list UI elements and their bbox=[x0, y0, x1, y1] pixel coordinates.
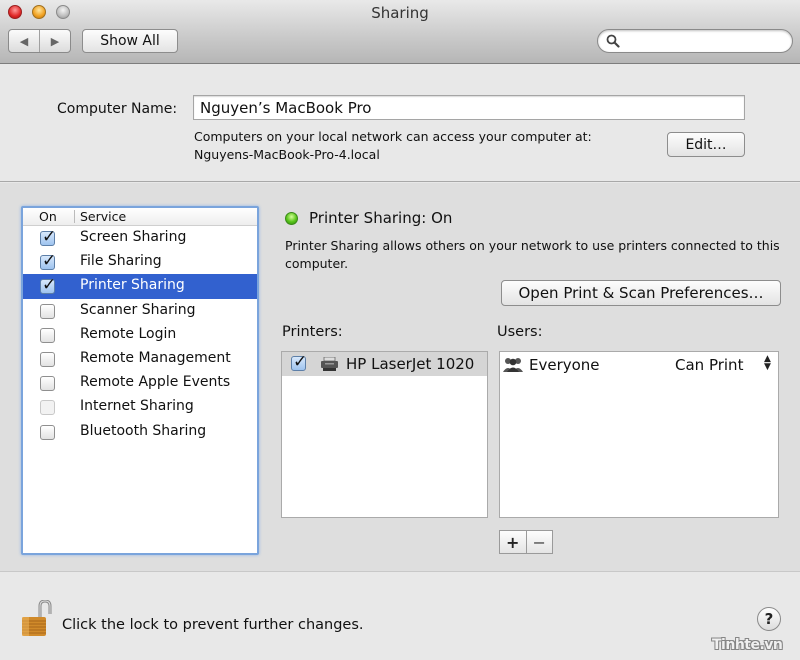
service-row[interactable]: Remote Apple Events bbox=[23, 371, 257, 395]
service-label: Bluetooth Sharing bbox=[80, 422, 207, 439]
network-info-text: Computers on your local network can acce… bbox=[194, 129, 592, 144]
window-title: Sharing bbox=[371, 4, 429, 22]
service-label: File Sharing bbox=[80, 253, 162, 270]
column-divider bbox=[74, 210, 75, 223]
service-label: Remote Login bbox=[80, 325, 177, 342]
remove-user-button[interactable]: − bbox=[527, 531, 553, 553]
open-print-scan-preferences-button[interactable]: Open Print & Scan Preferences… bbox=[501, 280, 781, 306]
printer-icon bbox=[321, 357, 338, 371]
checkmark-icon: ✓ bbox=[42, 251, 57, 272]
service-status-title: Printer Sharing: On bbox=[309, 209, 453, 227]
service-label: Printer Sharing bbox=[80, 277, 185, 294]
add-remove-user-control: + − bbox=[499, 530, 553, 554]
search-input[interactable] bbox=[597, 29, 793, 53]
service-row[interactable]: ✓ File Sharing bbox=[23, 250, 257, 274]
service-row[interactable]: ✓ Screen Sharing bbox=[23, 226, 257, 250]
watermark-logo: Tinhte.vn bbox=[712, 637, 783, 653]
back-button[interactable]: ◀ bbox=[9, 30, 40, 52]
service-row[interactable]: Bluetooth Sharing bbox=[23, 420, 257, 444]
service-row[interactable]: Scanner Sharing bbox=[23, 299, 257, 323]
computer-name-label: Computer Name: bbox=[57, 101, 178, 117]
add-user-button[interactable]: + bbox=[500, 531, 527, 553]
service-toggle-checkbox[interactable]: ✓ bbox=[40, 275, 56, 295]
column-header-service[interactable]: Service bbox=[80, 209, 126, 224]
edit-hostname-button[interactable]: Edit… bbox=[667, 132, 745, 157]
service-row[interactable]: Internet Sharing bbox=[23, 395, 257, 419]
group-users-icon bbox=[503, 358, 523, 372]
forward-button[interactable]: ▶ bbox=[40, 30, 70, 52]
service-toggle-checkbox[interactable]: ✓ bbox=[40, 251, 56, 271]
status-indicator-icon bbox=[285, 212, 298, 225]
service-toggle-checkbox[interactable] bbox=[40, 327, 55, 343]
service-toggle-checkbox[interactable] bbox=[40, 424, 55, 440]
show-all-button[interactable]: Show All bbox=[82, 29, 178, 53]
printer-share-checkbox[interactable]: ✓ bbox=[291, 352, 307, 372]
checkmark-icon: ✓ bbox=[42, 227, 57, 247]
checkmark-icon: ✓ bbox=[42, 275, 57, 296]
computer-name-section: Computer Name: Nguyen’s MacBook Pro Comp… bbox=[0, 65, 800, 182]
user-row[interactable]: Everyone Can Print ▲ ▼ bbox=[500, 352, 778, 378]
column-header-on[interactable]: On bbox=[39, 209, 57, 224]
service-toggle-checkbox[interactable] bbox=[40, 351, 55, 367]
updown-arrows-icon[interactable]: ▲ ▼ bbox=[764, 355, 771, 372]
service-row[interactable]: Remote Login bbox=[23, 323, 257, 347]
service-toggle-checkbox[interactable] bbox=[40, 400, 55, 416]
local-hostname: Nguyens-MacBook-Pro-4.local bbox=[194, 147, 380, 162]
service-label: Remote Management bbox=[80, 349, 231, 366]
search-icon bbox=[606, 34, 620, 48]
unlocked-padlock-icon[interactable] bbox=[20, 600, 54, 638]
user-name: Everyone bbox=[529, 356, 600, 374]
service-row[interactable]: ✓ Printer Sharing bbox=[23, 274, 257, 299]
users-list[interactable]: Everyone Can Print ▲ ▼ bbox=[499, 351, 779, 518]
printers-label: Printers: bbox=[282, 324, 343, 340]
service-toggle-checkbox[interactable] bbox=[40, 303, 55, 319]
printers-list[interactable]: ✓ HP LaserJet 1020 bbox=[281, 351, 488, 518]
computer-name-field[interactable]: Nguyen’s MacBook Pro bbox=[193, 95, 745, 120]
lock-instruction-text: Click the lock to prevent further change… bbox=[62, 617, 364, 633]
users-label: Users: bbox=[497, 324, 543, 340]
service-list-header: On Service bbox=[23, 208, 257, 226]
printer-row[interactable]: ✓ HP LaserJet 1020 bbox=[282, 352, 487, 376]
service-row[interactable]: Remote Management bbox=[23, 347, 257, 371]
service-label: Scanner Sharing bbox=[80, 301, 196, 318]
service-toggle-checkbox[interactable] bbox=[40, 376, 55, 392]
printer-name: HP LaserJet 1020 bbox=[346, 355, 475, 373]
service-label: Remote Apple Events bbox=[80, 374, 231, 391]
checkmark-icon: ✓ bbox=[293, 352, 308, 372]
service-label: Internet Sharing bbox=[80, 398, 194, 415]
user-permission-select[interactable]: Can Print bbox=[675, 356, 743, 374]
back-forward-control: ◀ ▶ bbox=[8, 29, 71, 53]
service-label: Screen Sharing bbox=[80, 229, 187, 245]
network-address-info: Computers on your local network can acce… bbox=[194, 128, 592, 164]
service-toggle-checkbox[interactable]: ✓ bbox=[40, 227, 56, 247]
help-button[interactable]: ? bbox=[757, 607, 781, 631]
service-list[interactable]: On Service ✓ Screen Sharing ✓ File Sharing ✓… bbox=[21, 206, 259, 555]
service-description: Printer Sharing allows others on your ne… bbox=[285, 238, 780, 271]
window-toolbar: Sharing ◀ ▶ Show All bbox=[0, 0, 800, 64]
